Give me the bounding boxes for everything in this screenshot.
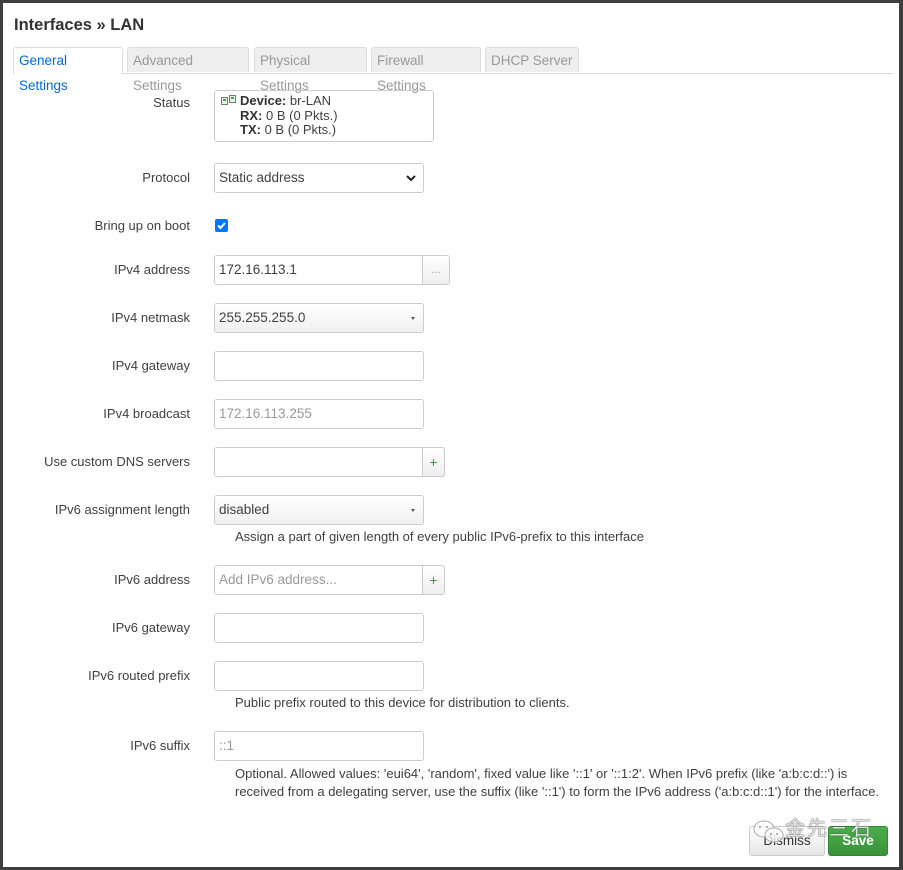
ipv4-netmask-label: IPv4 netmask [111, 310, 190, 325]
ipv6-suffix-placeholder: ::1 [219, 738, 235, 753]
tab-dhcp-server[interactable]: DHCP Server [485, 47, 579, 72]
rx-value: 0 B (0 Pkts.) [266, 107, 338, 123]
caret-down-icon [411, 317, 415, 320]
bring-up-on-boot-label: Bring up on boot [94, 218, 190, 233]
add-dns-button[interactable]: + [422, 447, 445, 477]
ipv4-gateway-label: IPv4 gateway [111, 358, 190, 373]
custom-dns-input[interactable] [214, 447, 424, 477]
ipv6-gateway-input[interactable] [214, 613, 424, 643]
ipv6-suffix-help-line-2: received from a delegating server, use t… [235, 784, 880, 799]
save-button[interactable]: Save [828, 826, 888, 856]
device-key: Device: [240, 93, 287, 108]
tab-firewall-settings[interactable]: Firewall Settings [371, 47, 481, 93]
ipv6-assignment-length-select[interactable]: disabled [214, 495, 424, 525]
custom-dns-label: Use custom DNS servers [44, 454, 190, 469]
ipv6-assignment-length-label: IPv6 assignment length [54, 502, 190, 517]
ipv6-routed-prefix-input[interactable] [214, 661, 424, 691]
ipv6-assignment-length-value: disabled [219, 502, 270, 517]
tab-general-settings[interactable]: General Settings [13, 47, 123, 93]
device-value: br-LAN [289, 93, 332, 108]
ipv4-broadcast-input[interactable]: 172.16.113.255 [214, 399, 424, 429]
ipv6-address-label: IPv6 address [114, 572, 190, 587]
ipv4-netmask-value: 255.255.255.0 [219, 310, 306, 325]
network-device-icon [221, 95, 236, 105]
tx-value: 0 B (0 Pkts.) [264, 122, 337, 137]
status-label: Status [153, 95, 190, 110]
ipv4-address-more-button[interactable]: ... [422, 255, 450, 285]
ipv4-broadcast-label: IPv4 broadcast [103, 406, 190, 421]
ipv6-routed-prefix-label: IPv6 routed prefix [88, 668, 190, 683]
ipv6-suffix-help-line-1: Optional. Allowed values: 'eui64', 'rand… [235, 766, 848, 781]
protocol-value: Static address [219, 170, 305, 185]
ipv6-routed-prefix-help: Public prefix routed to this device for … [235, 695, 570, 710]
interface-edit-modal: Interfaces » LAN General Settings Advanc… [3, 3, 899, 867]
tab-physical-settings[interactable]: Physical Settings [254, 47, 367, 93]
status-box: Device: br-LAN RX: 0 B (0 Pkts.) TX: 0 B… [214, 90, 434, 142]
ipv4-address-input[interactable]: 172.16.113.1 [214, 255, 424, 285]
ipv4-address-value: 172.16.113.1 [219, 262, 297, 277]
ipv6-suffix-help: Optional. Allowed values: 'eui64', 'rand… [235, 765, 879, 801]
rx-key: RX: [240, 107, 263, 123]
ipv4-address-label: IPv4 address [114, 262, 190, 277]
ipv6-suffix-input[interactable]: ::1 [214, 731, 424, 761]
dismiss-button[interactable]: Dismiss [749, 826, 825, 856]
ipv6-assignment-length-help: Assign a part of given length of every p… [235, 529, 644, 544]
protocol-label: Protocol [142, 170, 190, 185]
tab-bar: General Settings Advanced Settings Physi… [13, 47, 893, 93]
ipv4-gateway-input[interactable] [214, 351, 424, 381]
modal-title: Interfaces » LAN [14, 16, 145, 34]
ipv6-address-placeholder: Add IPv6 address... [219, 572, 337, 587]
tab-advanced-settings[interactable]: Advanced Settings [127, 47, 249, 93]
bring-up-on-boot-checkbox[interactable] [215, 219, 228, 232]
add-ipv6-address-button[interactable]: + [422, 565, 445, 595]
ipv6-suffix-label: IPv6 suffix [130, 738, 190, 753]
ipv6-gateway-label: IPv6 gateway [111, 620, 190, 635]
ipv4-netmask-select[interactable]: 255.255.255.0 [214, 303, 424, 333]
tx-key: TX: [240, 122, 261, 137]
checkmark-icon [217, 222, 226, 230]
chevron-down-icon [406, 175, 416, 182]
caret-down-icon [411, 509, 415, 512]
protocol-select[interactable]: Static address [214, 163, 424, 193]
ipv6-address-input[interactable]: Add IPv6 address... [214, 565, 424, 595]
ipv4-broadcast-placeholder: 172.16.113.255 [219, 406, 312, 421]
